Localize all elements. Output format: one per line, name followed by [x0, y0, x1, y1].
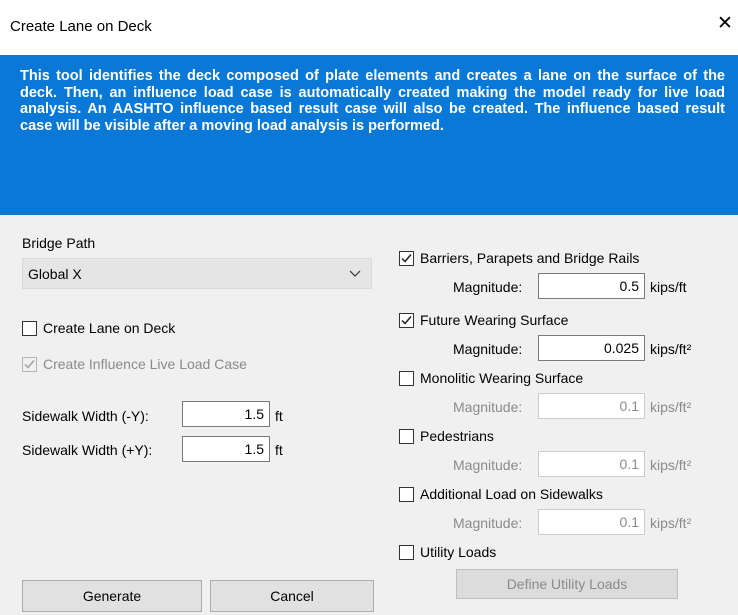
future-wearing-label[interactable]: Future Wearing Surface: [420, 312, 568, 328]
future-wearing-magnitude-input[interactable]: 0.025: [538, 335, 645, 361]
barriers-magnitude-label: Magnitude:: [453, 279, 523, 295]
create-influence-checkbox[interactable]: [22, 357, 37, 372]
window-title: Create Lane on Deck: [10, 18, 152, 35]
checkmark-icon: [401, 316, 412, 325]
monolitic-wearing-label[interactable]: Monolitic Wearing Surface: [420, 370, 583, 386]
utility-loads-checkbox[interactable]: [399, 545, 414, 560]
additional-load-magnitude-label: Magnitude:: [453, 515, 523, 531]
checkmark-icon: [401, 254, 412, 263]
info-banner-text: This tool identifies the deck composed o…: [20, 68, 725, 134]
pedestrians-label[interactable]: Pedestrians: [420, 428, 494, 444]
sidewalk-pos-label: Sidewalk Width (+Y):: [22, 442, 153, 458]
generate-button[interactable]: Generate: [22, 580, 202, 612]
additional-load-checkbox[interactable]: [399, 487, 414, 502]
sidewalk-neg-label: Sidewalk Width (-Y):: [22, 408, 149, 424]
pedestrians-unit: kips/ft²: [650, 457, 692, 473]
info-banner: This tool identifies the deck composed o…: [0, 55, 738, 215]
chevron-down-icon: [349, 270, 361, 277]
create-influence-label[interactable]: Create Influence Live Load Case: [43, 356, 247, 372]
pedestrians-magnitude-input[interactable]: 0.1: [538, 451, 645, 477]
close-icon[interactable]: ✕: [717, 14, 733, 34]
bridge-path-value: Global X: [28, 266, 82, 282]
monolitic-magnitude-label: Magnitude:: [453, 399, 523, 415]
sidewalk-pos-unit: ft: [275, 442, 283, 458]
sidewalk-pos-input[interactable]: 1.5: [182, 436, 270, 462]
utility-loads-label[interactable]: Utility Loads: [420, 544, 496, 560]
create-lane-checkbox[interactable]: [22, 321, 37, 336]
barriers-unit: kips/ft: [650, 279, 687, 295]
barriers-checkbox[interactable]: [399, 251, 414, 266]
bridge-path-label: Bridge Path: [22, 235, 96, 251]
bridge-path-select[interactable]: Global X: [22, 258, 372, 289]
sidewalk-neg-input[interactable]: 1.5: [182, 401, 270, 427]
barriers-label[interactable]: Barriers, Parapets and Bridge Rails: [420, 250, 639, 266]
future-wearing-unit: kips/ft²: [650, 341, 692, 357]
title-bar: Create Lane on Deck ✕: [0, 0, 738, 55]
checkmark-icon: [24, 360, 35, 369]
monolitic-wearing-checkbox[interactable]: [399, 371, 414, 386]
monolitic-magnitude-input[interactable]: 0.1: [538, 393, 645, 419]
pedestrians-magnitude-label: Magnitude:: [453, 457, 523, 473]
create-lane-label[interactable]: Create Lane on Deck: [43, 320, 175, 336]
monolitic-unit: kips/ft²: [650, 399, 692, 415]
barriers-magnitude-input[interactable]: 0.5: [538, 273, 645, 299]
pedestrians-checkbox[interactable]: [399, 429, 414, 444]
future-wearing-checkbox[interactable]: [399, 313, 414, 328]
sidewalk-neg-unit: ft: [275, 408, 283, 424]
define-utility-loads-button[interactable]: Define Utility Loads: [456, 569, 678, 599]
additional-load-magnitude-input[interactable]: 0.1: [538, 509, 645, 535]
cancel-button[interactable]: Cancel: [210, 580, 374, 612]
future-wearing-magnitude-label: Magnitude:: [453, 341, 523, 357]
additional-load-unit: kips/ft²: [650, 515, 692, 531]
additional-load-label[interactable]: Additional Load on Sidewalks: [420, 486, 603, 502]
